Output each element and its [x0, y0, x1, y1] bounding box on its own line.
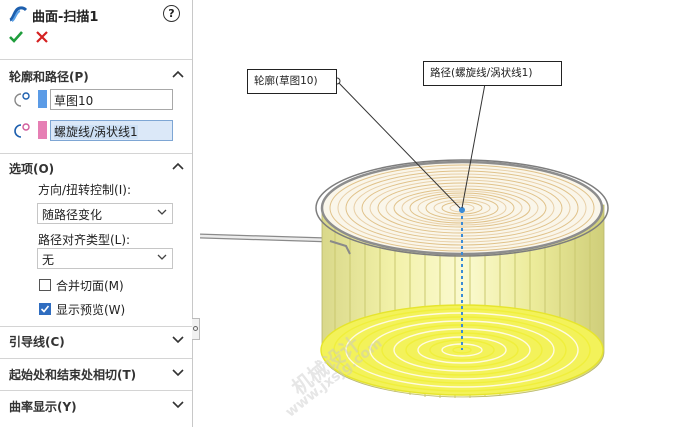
path-callout-text: 路径(螺旋线/涡状线1) [430, 67, 533, 79]
merge-faces-checkbox[interactable] [39, 279, 51, 291]
checkmark-icon [40, 305, 50, 313]
profile-callout-text: 轮廓(草图10) [254, 75, 318, 87]
profile-callout[interactable]: 轮廓(草图10) [247, 69, 337, 94]
merge-faces-label: 合并切面(M) [56, 279, 124, 293]
section-label: 曲率显示(Y) [9, 400, 77, 414]
section-header-tangency[interactable]: 起始处和结束处相切(T) [0, 361, 192, 387]
property-manager-panel: 曲面-扫描1 ? 轮廓和路径(P) 草图10 螺旋线/涡状线1 选项(O) 方向… [0, 0, 193, 427]
path-selection-field[interactable]: 螺旋线/涡状线1 [50, 120, 173, 141]
dropdown-arrow-icon [157, 254, 167, 260]
feature-title: 曲面-扫描1 [32, 10, 99, 25]
chevron-down-icon[interactable] [172, 334, 184, 344]
show-preview-label: 显示预览(W) [56, 303, 126, 317]
sweep-surface-icon [9, 6, 28, 22]
path-callout[interactable]: 路径(螺旋线/涡状线1) [423, 61, 562, 86]
chevron-down-icon[interactable] [172, 367, 184, 377]
section-header-profile-path[interactable]: 轮廓和路径(P) [0, 63, 192, 89]
ok-check-icon[interactable] [9, 30, 23, 44]
section-label: 起始处和结束处相切(T) [9, 368, 137, 382]
separator [0, 326, 192, 327]
separator [0, 59, 192, 60]
profile-selection-field[interactable]: 草图10 [50, 89, 173, 110]
orientation-dropdown[interactable]: 随路径变化 [37, 203, 173, 224]
dropdown-arrow-icon [157, 209, 167, 215]
panel-splitter-handle[interactable] [192, 318, 200, 340]
separator [0, 153, 192, 154]
path-align-label: 路径对齐类型(L): [38, 233, 131, 247]
orientation-value: 随路径变化 [42, 208, 103, 222]
splitter-grip-icon [193, 326, 198, 331]
help-icon[interactable]: ? [163, 5, 180, 22]
profile-icon [14, 92, 30, 107]
path-value: 螺旋线/涡状线1 [54, 125, 138, 139]
panel-titlebar: 曲面-扫描1 ? [0, 0, 192, 28]
chevron-up-icon[interactable] [172, 69, 184, 79]
section-label: 引导线(C) [9, 335, 65, 349]
profile-color-swatch [38, 90, 47, 108]
path-align-dropdown[interactable]: 无 [37, 248, 173, 269]
section-header-guides[interactable]: 引导线(C) [0, 328, 192, 354]
chevron-up-icon[interactable] [172, 161, 184, 171]
show-preview-checkbox[interactable] [39, 303, 51, 315]
section-label: 轮廓和路径(P) [9, 70, 89, 84]
separator [0, 358, 192, 359]
cancel-x-icon[interactable] [36, 31, 48, 43]
chevron-down-icon[interactable] [172, 399, 184, 409]
section-label: 选项(O) [9, 162, 55, 176]
section-header-curvature[interactable]: 曲率显示(Y) [0, 393, 192, 419]
pot-handle [200, 233, 342, 249]
profile-value: 草图10 [54, 94, 94, 108]
path-icon [14, 123, 30, 138]
section-header-options[interactable]: 选项(O) [0, 155, 192, 181]
separator [0, 390, 192, 391]
graphics-viewport[interactable]: 轮廓(草图10) 路径(螺旋线/涡状线1) 机械设计 www.jxsjg.com [200, 0, 700, 427]
path-align-value: 无 [42, 253, 55, 267]
orientation-label: 方向/扭转控制(I): [38, 183, 131, 197]
path-color-swatch [38, 121, 47, 139]
